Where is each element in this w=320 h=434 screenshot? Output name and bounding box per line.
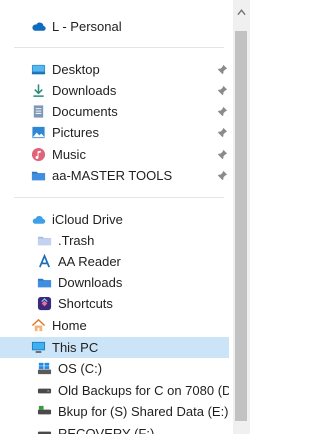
onedrive-cloud-icon [31, 19, 46, 34]
navigation-pane: L - Personal Desktop Downloads Documents… [0, 0, 233, 434]
nav-item-aa-reader[interactable]: AA Reader [0, 251, 229, 272]
pin-icon[interactable] [217, 170, 228, 181]
scroll-up-arrow-icon[interactable] [237, 4, 246, 16]
nav-item-label: Downloads [58, 275, 123, 290]
icloud-icon [31, 212, 46, 227]
pin-icon[interactable] [217, 106, 228, 117]
pin-icon[interactable] [217, 127, 228, 138]
nav-item-trash[interactable]: .Trash [0, 230, 229, 251]
nav-item-label: AA Reader [58, 254, 121, 269]
folder-icon [37, 275, 52, 290]
pin-icon[interactable] [217, 85, 228, 96]
divider [14, 197, 224, 198]
nav-item-label: Shortcuts [58, 296, 113, 311]
scrollbar-thumb[interactable] [235, 31, 247, 421]
nav-item-aa-master-tools[interactable]: aa-MASTER TOOLS [0, 165, 229, 186]
desktop-folder-icon [31, 62, 46, 77]
nav-item-documents[interactable]: Documents [0, 101, 229, 122]
download-arrow-icon [31, 83, 46, 98]
nav-item-drive-d[interactable]: Old Backups for C on 7080 (D:) [0, 380, 229, 401]
nav-item-label: .Trash [58, 233, 95, 248]
folder-icon [31, 168, 46, 183]
nav-item-label: Documents [52, 104, 118, 119]
nav-item-label: iCloud Drive [52, 212, 123, 227]
nav-item-label: Bkup for (S) Shared Data (E:) [58, 404, 229, 419]
pictures-icon [31, 125, 46, 140]
nav-item-label: OS (C:) [58, 361, 103, 376]
nav-item-label: L - Personal [52, 19, 122, 34]
divider [14, 47, 224, 48]
nav-item-label: Downloads [52, 83, 117, 98]
nav-item-music[interactable]: Music [0, 144, 229, 165]
nav-item-label: Pictures [52, 125, 99, 140]
nav-item-label: This PC [52, 340, 99, 355]
shortcuts-icon [37, 296, 52, 311]
nav-item-label: Music [52, 147, 86, 162]
nav-item-drive-e[interactable]: Bkup for (S) Shared Data (E:) [0, 401, 229, 422]
app-a-icon [37, 254, 52, 269]
nav-item-drive-f[interactable]: RECOVERY (F:) [0, 423, 229, 434]
nav-item-desktop[interactable]: Desktop [0, 59, 229, 80]
nav-item-this-pc[interactable]: This PC [0, 337, 229, 358]
drive-icon [37, 404, 52, 419]
drive-icon [37, 383, 52, 398]
folder-icon [37, 233, 52, 248]
monitor-icon [31, 340, 46, 355]
nav-item-label: Old Backups for C on 7080 (D:) [58, 383, 229, 398]
nav-item-shortcuts[interactable]: Shortcuts [0, 293, 229, 314]
nav-item-home[interactable]: Home [0, 315, 229, 336]
home-icon [31, 318, 46, 333]
nav-item-drive-c[interactable]: OS (C:) [0, 358, 229, 379]
windows-drive-icon [37, 361, 52, 376]
nav-item-onedrive[interactable]: L - Personal [0, 16, 229, 37]
nav-item-downloads[interactable]: Downloads [0, 80, 229, 101]
music-icon [31, 147, 46, 162]
nav-item-label: aa-MASTER TOOLS [52, 168, 173, 183]
nav-item-label: Home [52, 318, 87, 333]
nav-item-icloud-downloads[interactable]: Downloads [0, 272, 229, 293]
nav-item-label: Desktop [52, 62, 100, 77]
documents-icon [31, 104, 46, 119]
nav-item-icloud-drive[interactable]: iCloud Drive [0, 209, 229, 230]
pin-icon[interactable] [217, 64, 228, 75]
nav-item-label: RECOVERY (F:) [58, 426, 155, 434]
nav-item-pictures[interactable]: Pictures [0, 122, 229, 143]
drive-icon [37, 426, 52, 434]
pin-icon[interactable] [217, 149, 228, 160]
